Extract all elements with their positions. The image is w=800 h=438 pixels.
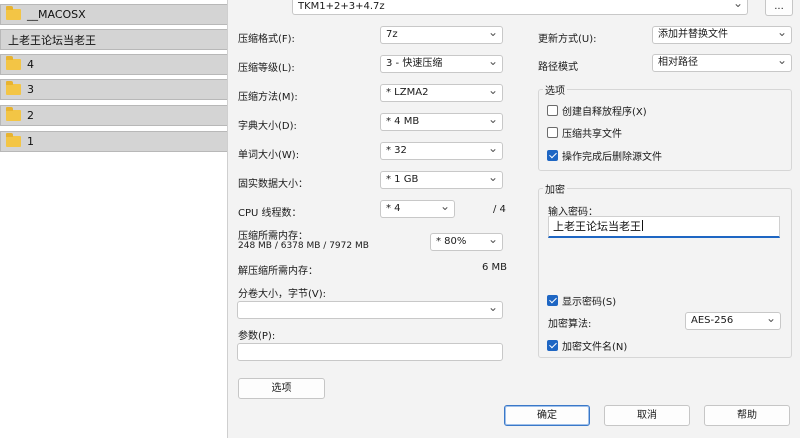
list-item[interactable]: 2 bbox=[0, 105, 228, 126]
solid-label: 固实数据大小： bbox=[238, 179, 308, 190]
chevron-down-icon bbox=[440, 204, 450, 214]
chevron-down-icon bbox=[488, 175, 498, 185]
decomp-value: 6 MB bbox=[482, 262, 508, 273]
list-item[interactable]: 4 bbox=[0, 54, 228, 75]
list-item[interactable]: 3 bbox=[0, 79, 228, 100]
chevron-down-icon bbox=[488, 237, 498, 247]
update-label: 更新方式(U): bbox=[538, 34, 597, 45]
algo-select[interactable]: AES-256 bbox=[685, 312, 781, 330]
file-list: __MACOSX 上老王论坛当老王 4 3 2 1 bbox=[0, 0, 232, 438]
chevron-down-icon bbox=[733, 1, 743, 11]
checkbox-checked-icon bbox=[547, 150, 558, 161]
options-group-title: 选项 bbox=[543, 82, 567, 97]
split-select[interactable] bbox=[237, 301, 503, 319]
file-name: 3 bbox=[27, 83, 34, 96]
chevron-down-icon bbox=[777, 58, 787, 68]
checkbox-icon bbox=[547, 127, 558, 138]
checkbox-icon bbox=[547, 105, 558, 116]
file-name: 4 bbox=[27, 58, 34, 71]
chevron-down-icon bbox=[488, 59, 498, 69]
pathmode-label: 路径模式 bbox=[538, 62, 578, 73]
word-select[interactable]: * 32 bbox=[380, 142, 503, 160]
file-name: 上老王论坛当老王 bbox=[8, 33, 96, 47]
solid-value: * 1 GB bbox=[386, 174, 419, 185]
pathmode-select[interactable]: 相对路径 bbox=[652, 54, 792, 72]
browse-button[interactable]: ... bbox=[765, 0, 793, 16]
shared-checkbox[interactable]: 压缩共享文件 bbox=[547, 125, 622, 140]
delete-label: 操作完成后删除源文件 bbox=[562, 152, 662, 163]
chevron-down-icon bbox=[488, 88, 498, 98]
delete-checkbox[interactable]: 操作完成后删除源文件 bbox=[547, 148, 662, 163]
params-input[interactable] bbox=[237, 343, 503, 361]
chevron-down-icon bbox=[488, 146, 498, 156]
pathmode-value: 相对路径 bbox=[658, 57, 698, 68]
show-password-label: 显示密码(S) bbox=[562, 297, 617, 308]
format-value: 7z bbox=[386, 29, 398, 40]
params-label: 参数(P): bbox=[238, 331, 276, 342]
decomp-label: 解压缩所需内存： bbox=[238, 266, 318, 277]
algo-value: AES-256 bbox=[691, 315, 734, 326]
ok-button[interactable]: 确定 bbox=[504, 405, 590, 426]
chevron-down-icon bbox=[488, 305, 498, 315]
file-name: 1 bbox=[27, 135, 34, 148]
word-value: * 32 bbox=[386, 145, 407, 156]
archive-name: TKM1+2+3+4.7z bbox=[298, 1, 385, 12]
cpu-max: / 4 bbox=[493, 204, 506, 215]
sfx-label: 创建自释放程序(X) bbox=[562, 107, 647, 118]
chevron-down-icon bbox=[766, 316, 776, 326]
level-label: 压缩等级(L): bbox=[238, 63, 295, 74]
folder-icon bbox=[6, 6, 21, 20]
mem-value: * 80% bbox=[436, 236, 467, 247]
dict-select[interactable]: * 4 MB bbox=[380, 113, 503, 131]
shared-label: 压缩共享文件 bbox=[562, 129, 622, 140]
folder-icon bbox=[6, 81, 21, 95]
mem-detail: 248 MB / 6378 MB / 7972 MB bbox=[238, 241, 369, 251]
folder-icon bbox=[6, 133, 21, 147]
cpu-select[interactable]: * 4 bbox=[380, 200, 455, 218]
word-label: 单词大小(W): bbox=[238, 150, 300, 161]
solid-select[interactable]: * 1 GB bbox=[380, 171, 503, 189]
chevron-down-icon bbox=[488, 30, 498, 40]
encrypt-names-checkbox[interactable]: 加密文件名(N) bbox=[547, 338, 627, 353]
password-input[interactable]: 上老王论坛当老王 bbox=[548, 216, 780, 238]
options-button[interactable]: 选项 bbox=[238, 378, 325, 399]
file-name: 2 bbox=[27, 109, 34, 122]
mem-select[interactable]: * 80% bbox=[430, 233, 503, 251]
split-label: 分卷大小，字节(V): bbox=[238, 289, 327, 300]
format-select[interactable]: 7z bbox=[380, 26, 503, 44]
update-value: 添加并替换文件 bbox=[658, 29, 728, 40]
cancel-button[interactable]: 取消 bbox=[604, 405, 690, 426]
help-button[interactable]: 帮助 bbox=[704, 405, 790, 426]
method-select[interactable]: * LZMA2 bbox=[380, 84, 503, 102]
format-label: 压缩格式(F): bbox=[238, 34, 295, 45]
level-select[interactable]: 3 - 快速压缩 bbox=[380, 55, 503, 73]
folder-icon bbox=[6, 56, 21, 70]
checkbox-checked-icon bbox=[547, 295, 558, 306]
algo-label: 加密算法: bbox=[548, 319, 592, 330]
checkbox-checked-icon bbox=[547, 340, 558, 351]
method-value: * LZMA2 bbox=[386, 87, 429, 98]
chevron-down-icon bbox=[488, 117, 498, 127]
file-name: __MACOSX bbox=[27, 8, 86, 21]
encryption-group-title: 加密 bbox=[543, 181, 567, 196]
cpu-label: CPU 线程数： bbox=[238, 208, 302, 219]
dict-label: 字典大小(D): bbox=[238, 121, 297, 132]
cpu-value: * 4 bbox=[386, 203, 401, 214]
folder-icon bbox=[6, 107, 21, 121]
dict-value: * 4 MB bbox=[386, 116, 420, 127]
sfx-checkbox[interactable]: 创建自释放程序(X) bbox=[547, 103, 647, 118]
password-value: 上老王论坛当老王 bbox=[553, 220, 641, 233]
level-value: 3 - 快速压缩 bbox=[386, 58, 443, 69]
archive-name-combo[interactable]: TKM1+2+3+4.7z bbox=[292, 0, 748, 15]
list-item[interactable]: 1 bbox=[0, 131, 228, 152]
encrypt-names-label: 加密文件名(N) bbox=[562, 342, 628, 353]
method-label: 压缩方法(M): bbox=[238, 92, 298, 103]
chevron-down-icon bbox=[777, 30, 787, 40]
update-select[interactable]: 添加并替换文件 bbox=[652, 26, 792, 44]
list-item[interactable]: __MACOSX bbox=[0, 4, 228, 25]
list-item[interactable]: 上老王论坛当老王 bbox=[0, 29, 228, 50]
text-caret bbox=[642, 220, 643, 231]
show-password-checkbox[interactable]: 显示密码(S) bbox=[547, 293, 616, 308]
mem-label: 压缩所需内存： bbox=[238, 231, 308, 242]
